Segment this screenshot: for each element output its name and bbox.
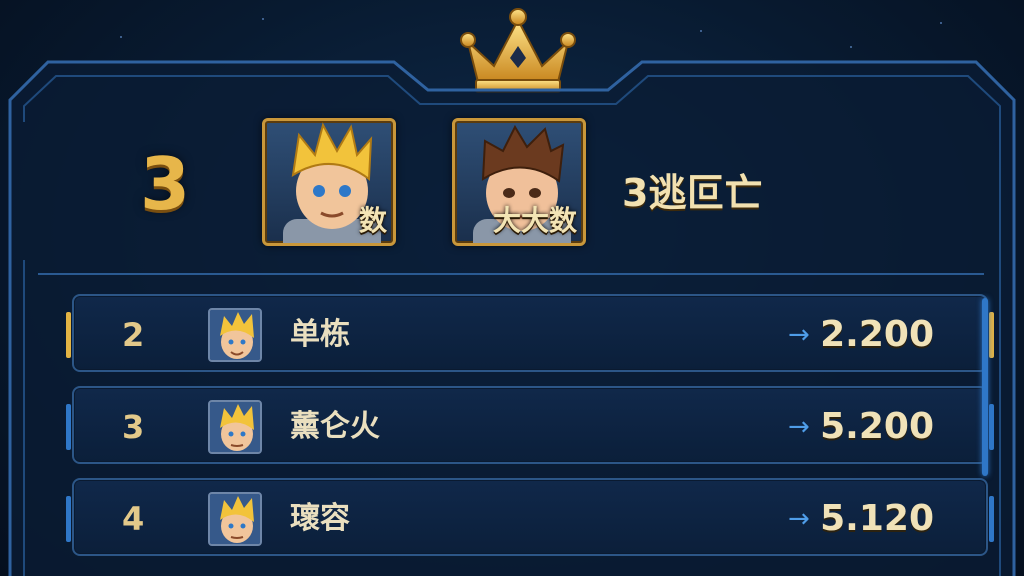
row-highlight xyxy=(66,404,71,450)
row-highlight xyxy=(989,404,994,450)
player-name: 单栋 xyxy=(290,317,350,352)
leaderboard-row[interactable]: 2 单栋 → 2.200 xyxy=(66,294,994,372)
row-highlight xyxy=(66,312,71,358)
player-portrait-1[interactable]: 数 xyxy=(262,118,396,246)
arrow-right-icon: → xyxy=(788,320,810,350)
row-rank: 2 xyxy=(122,316,145,354)
player-score: 5.120 xyxy=(820,498,934,539)
player-name: 薰仑火 xyxy=(290,409,380,444)
player-avatar-icon xyxy=(208,492,262,546)
row-rank: 4 xyxy=(122,500,145,538)
player-portrait-2[interactable]: 大大数 xyxy=(452,118,586,246)
arrow-right-icon: → xyxy=(788,504,810,534)
player-score: 2.200 xyxy=(820,314,934,355)
player-avatar-icon xyxy=(208,308,262,362)
current-rank: 3 xyxy=(140,142,191,226)
portrait-tag: 数 xyxy=(358,204,387,237)
scrollbar[interactable] xyxy=(982,298,988,476)
row-rank: 3 xyxy=(122,408,145,446)
header-title: 3逃叵亡 xyxy=(622,171,763,215)
row-highlight xyxy=(989,496,994,542)
row-highlight xyxy=(989,312,994,358)
player-score: 5.200 xyxy=(820,406,934,447)
player-name: 瓌容 xyxy=(290,501,350,536)
leaderboard-list: 2 单栋 → 2.200 3 薰仑火 → 5.200 4 瓌容 → 5.120 xyxy=(40,284,994,576)
portrait-tag: 大大数 xyxy=(492,204,577,237)
player-avatar-icon xyxy=(208,400,262,454)
row-highlight xyxy=(66,496,71,542)
leaderboard-row[interactable]: 4 瓌容 → 5.120 xyxy=(66,478,994,556)
leaderboard-row[interactable]: 3 薰仑火 → 5.200 xyxy=(66,386,994,464)
arrow-right-icon: → xyxy=(788,412,810,442)
